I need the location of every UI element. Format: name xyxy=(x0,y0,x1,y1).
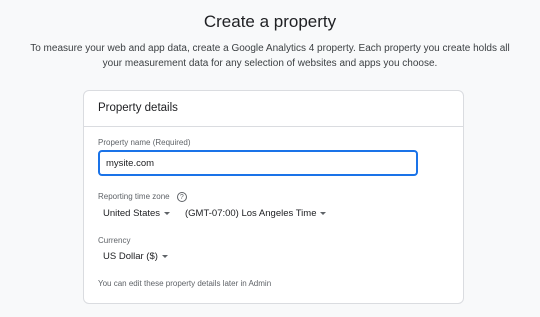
create-property-page: Create a property To measure your web an… xyxy=(0,0,540,317)
dropdown-arrow-icon xyxy=(320,212,327,215)
country-dropdown[interactable]: United States xyxy=(103,208,171,219)
time-zone-value: (GMT-07:00) Los Angeles Time xyxy=(185,208,317,219)
dropdown-arrow-icon xyxy=(161,255,168,258)
time-zone-label-row: Reporting time zone ? xyxy=(98,192,187,202)
time-zone-label: Reporting time zone xyxy=(98,192,170,202)
currency-label: Currency xyxy=(98,236,131,245)
page-description: To measure your web and app data, create… xyxy=(30,43,510,69)
property-details-card: Property details Property name (Required… xyxy=(83,90,464,304)
help-icon[interactable]: ? xyxy=(176,192,187,202)
card-header: Property details xyxy=(84,91,463,127)
currency-dropdown[interactable]: US Dollar ($) xyxy=(103,251,168,262)
property-name-field[interactable] xyxy=(98,150,418,176)
page-title: Create a property xyxy=(203,12,337,31)
edit-later-note: You can edit these property details late… xyxy=(98,279,272,288)
country-value: United States xyxy=(103,208,161,219)
currency-value: US Dollar ($) xyxy=(103,251,158,262)
property-name-input[interactable] xyxy=(106,157,410,169)
property-name-label: Property name (Required) xyxy=(98,138,191,147)
dropdown-arrow-icon xyxy=(164,212,171,215)
time-zone-dropdown[interactable]: (GMT-07:00) Los Angeles Time xyxy=(185,208,327,219)
